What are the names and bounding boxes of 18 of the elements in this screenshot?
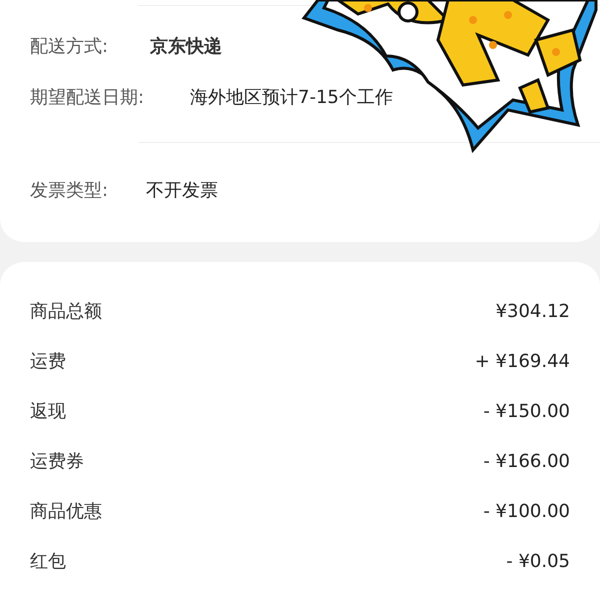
field-value: 不开发票: [146, 179, 218, 203]
summary-label: 返现: [30, 400, 66, 424]
summary-label: 商品优惠: [30, 500, 102, 524]
summary-label: 商品总额: [30, 300, 102, 324]
summary-amount: - ¥150.00: [483, 400, 570, 424]
field-value: 京东快递: [150, 35, 222, 59]
summary-label: 运费券: [30, 450, 84, 474]
summary-label: 运费: [30, 350, 66, 374]
summary-label: 红包: [30, 550, 66, 574]
field-label: 发票类型:: [30, 179, 110, 203]
field-label: 配送方式:: [30, 35, 110, 59]
summary-amount: - ¥0.05: [506, 550, 570, 574]
field-label: 期望配送日期:: [30, 86, 146, 110]
field-value: 海外地区预计7-15个工作: [190, 86, 393, 110]
summary-amount: ¥304.12: [496, 300, 570, 324]
summary-amount: + ¥169.44: [474, 350, 570, 374]
summary-amount: - ¥100.00: [483, 500, 570, 524]
summary-amount: - ¥166.00: [483, 450, 570, 474]
